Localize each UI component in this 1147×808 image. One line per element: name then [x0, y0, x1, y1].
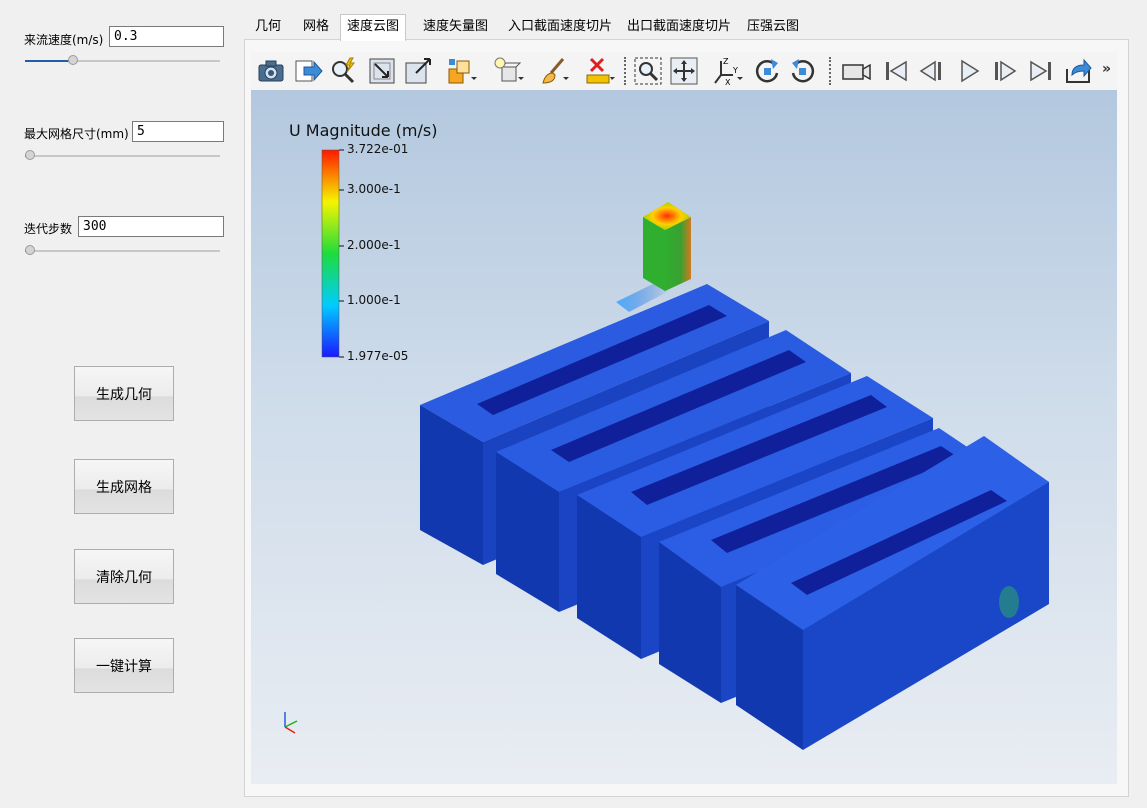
- tab-pressure-contour[interactable]: 压强云图: [741, 15, 805, 39]
- share-icon[interactable]: [1062, 55, 1094, 87]
- inflow-velocity-label: 来流速度(m/s): [24, 33, 104, 47]
- tab-geometry[interactable]: 几何: [249, 15, 287, 39]
- render-view-icon[interactable]: [445, 55, 477, 87]
- iterations-label: 迭代步数: [24, 222, 73, 236]
- toolbar-separator: [829, 57, 831, 85]
- tab-inlet-velocity-slice[interactable]: 入口截面速度切片: [502, 15, 618, 39]
- tab-velocity-contour[interactable]: 速度云图: [340, 14, 407, 41]
- color-legend-title: U Magnitude (m/s): [289, 121, 438, 140]
- color-legend-tick-label: 3.722e-01: [347, 142, 409, 156]
- toolbar-separator: [624, 57, 626, 85]
- center-axes-icon[interactable]: [668, 55, 700, 87]
- color-legend-tick-label: 3.000e-1: [347, 182, 401, 196]
- tab-mesh[interactable]: 网格: [297, 15, 335, 39]
- light-bulb-icon[interactable]: [492, 55, 524, 87]
- iterations-slider-handle[interactable]: [25, 245, 35, 255]
- tab-outlet-velocity-slice[interactable]: 出口截面速度切片: [621, 15, 737, 39]
- clear-geometry-button[interactable]: 清除几何: [74, 549, 174, 604]
- one-click-compute-button[interactable]: 一键计算: [74, 638, 174, 693]
- axes-orientation-icon[interactable]: ZYX: [711, 55, 743, 87]
- color-legend-tick-marks: [339, 149, 344, 358]
- tab-velocity-vector[interactable]: 速度矢量图: [417, 15, 494, 39]
- inflow-velocity-slider[interactable]: [25, 53, 220, 69]
- render-toolbar: ZYX »: [251, 52, 1117, 90]
- first-frame-icon[interactable]: [880, 55, 912, 87]
- next-frame-icon[interactable]: [989, 55, 1021, 87]
- interactive-select-icon[interactable]: [328, 55, 360, 87]
- svg-text:Y: Y: [732, 66, 738, 75]
- camera-icon[interactable]: [255, 55, 287, 87]
- generate-geometry-button[interactable]: 生成几何: [74, 366, 174, 421]
- render-viewport[interactable]: U Magnitude (m/s) 3.722e-01 3.000e-1 2.0…: [251, 90, 1117, 784]
- svg-text:X: X: [725, 78, 731, 87]
- inflow-velocity-input[interactable]: 0.3: [109, 26, 224, 47]
- reset-camera-icon[interactable]: [366, 55, 398, 87]
- clear-ruler-icon[interactable]: [583, 55, 615, 87]
- last-frame-icon[interactable]: [1025, 55, 1057, 87]
- toolbar-more-button[interactable]: »: [1102, 61, 1111, 77]
- brush-icon[interactable]: [537, 55, 569, 87]
- inflow-velocity-slider-fill: [25, 60, 73, 62]
- max-mesh-size-label: 最大网格尺寸(mm): [24, 127, 129, 141]
- inflow-velocity-slider-handle[interactable]: [67, 55, 78, 65]
- video-camera-icon[interactable]: [840, 55, 872, 87]
- color-legend-bar: [321, 149, 340, 358]
- outlet-chimney: [643, 202, 691, 291]
- max-mesh-size-slider[interactable]: [25, 148, 220, 164]
- color-legend-tick-label: 1.000e-1: [347, 293, 401, 307]
- zoom-data-icon[interactable]: [632, 55, 664, 87]
- max-mesh-size-input[interactable]: 5: [132, 121, 224, 142]
- iterations-input[interactable]: 300: [78, 216, 224, 237]
- previous-frame-icon[interactable]: [915, 55, 947, 87]
- iterations-slider[interactable]: [25, 243, 220, 259]
- color-legend-tick-label: 2.000e-1: [347, 238, 401, 252]
- color-legend-tick-label: 1.977e-05: [347, 349, 409, 363]
- export-arrow-icon[interactable]: [292, 55, 324, 87]
- play-icon[interactable]: [953, 55, 985, 87]
- max-mesh-size-slider-handle[interactable]: [25, 150, 35, 160]
- rotate-ccw-icon[interactable]: [787, 55, 819, 87]
- generate-mesh-button[interactable]: 生成网格: [74, 459, 174, 514]
- svg-text:Z: Z: [723, 57, 729, 66]
- orientation-axes-icon: [284, 712, 298, 734]
- zoom-to-box-icon[interactable]: [402, 55, 434, 87]
- rotate-cw-icon[interactable]: [751, 55, 783, 87]
